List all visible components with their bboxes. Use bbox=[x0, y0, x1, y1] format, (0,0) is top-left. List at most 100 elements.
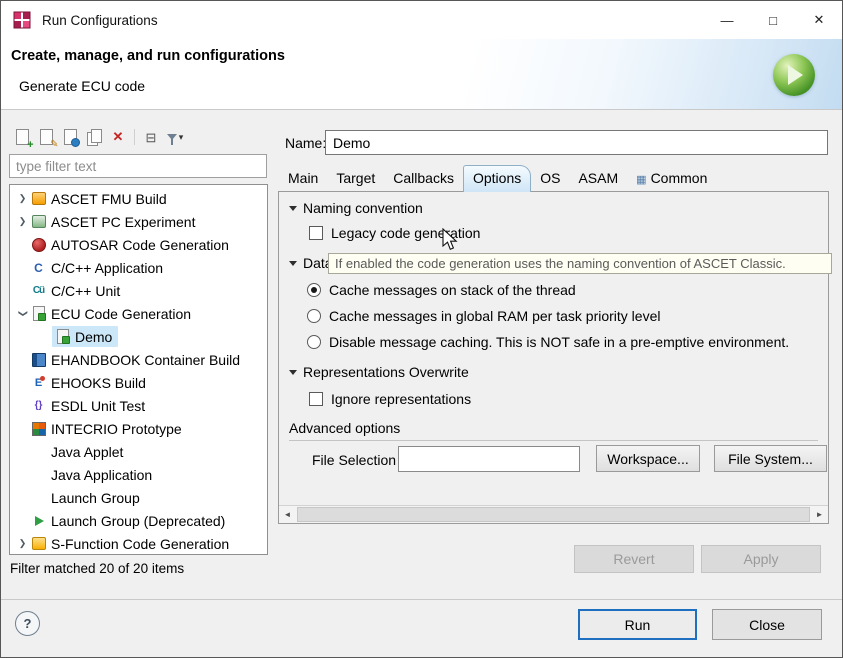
file-selection-input[interactable] bbox=[398, 446, 580, 472]
footer-divider bbox=[1, 599, 842, 600]
tab-options[interactable]: Options bbox=[463, 165, 531, 192]
radio-cache-stack-row[interactable]: Cache messages on stack of the thread bbox=[307, 282, 576, 298]
tree-item-label: C/C++ Application bbox=[51, 260, 163, 276]
new-prototype-button[interactable] bbox=[35, 126, 57, 148]
collapse-all-button[interactable]: ⊟ bbox=[140, 126, 162, 148]
checkbox-icon[interactable] bbox=[309, 392, 323, 406]
section-representations-overwrite[interactable]: Representations Overwrite bbox=[289, 364, 469, 380]
tree-item-ascet-pc-experiment[interactable]: ASCET PC Experiment bbox=[10, 210, 267, 233]
radio-disable-caching-row[interactable]: Disable message caching. This is NOT saf… bbox=[307, 334, 789, 350]
tab-asam[interactable]: ASAM bbox=[569, 166, 627, 191]
radio-label: Disable message caching. This is NOT saf… bbox=[329, 334, 789, 350]
tree-item-label: Java Applet bbox=[51, 444, 123, 460]
scroll-left-button[interactable]: ◄ bbox=[279, 506, 296, 523]
filesystem-button[interactable]: File System... bbox=[714, 445, 827, 472]
tree-item-autosar-code-generation[interactable]: AUTOSAR Code Generation bbox=[10, 233, 267, 256]
new-document-icon bbox=[16, 129, 29, 145]
radio-icon[interactable] bbox=[307, 309, 321, 323]
radio-selected-icon[interactable] bbox=[307, 283, 321, 297]
chevron-right-icon[interactable] bbox=[15, 538, 30, 549]
advanced-options-group: Advanced options bbox=[289, 420, 818, 441]
apply-button[interactable]: Apply bbox=[701, 545, 821, 573]
checkbox-icon[interactable] bbox=[309, 226, 323, 240]
collapse-triangle-icon[interactable] bbox=[289, 206, 297, 211]
section-data[interactable]: Data bbox=[289, 255, 333, 271]
scroll-thumb[interactable] bbox=[297, 507, 810, 522]
tree-item-cpp-application[interactable]: C/C++ Application bbox=[10, 256, 267, 279]
delete-x-icon: ✕ bbox=[113, 129, 124, 145]
tab-main[interactable]: Main bbox=[279, 166, 327, 191]
tree-item-launch-group-deprecated[interactable]: Launch Group (Deprecated) bbox=[10, 509, 267, 532]
tab-common-label: Common bbox=[651, 170, 708, 186]
help-button[interactable]: ? bbox=[15, 611, 40, 636]
tab-callbacks[interactable]: Callbacks bbox=[384, 166, 463, 191]
chevron-right-icon[interactable] bbox=[15, 193, 30, 204]
blank-icon bbox=[30, 466, 47, 483]
tree-item-demo[interactable]: Demo bbox=[10, 325, 267, 348]
tree-item-label: INTECRIO Prototype bbox=[51, 421, 182, 437]
tooltip: If enabled the code generation uses the … bbox=[328, 253, 832, 274]
ecu-codegen-icon bbox=[30, 305, 47, 322]
maximize-button[interactable]: □ bbox=[750, 1, 796, 39]
window-title: Run Configurations bbox=[42, 13, 158, 28]
tree-item-ehooks-build[interactable]: EHOOKS Build bbox=[10, 371, 267, 394]
close-window-button[interactable]: ✕ bbox=[796, 1, 842, 39]
tree-item-java-application[interactable]: Java Application bbox=[10, 463, 267, 486]
tree-item-launch-group[interactable]: Launch Group bbox=[10, 486, 267, 509]
horizontal-scrollbar[interactable]: ◄ ► bbox=[279, 505, 828, 523]
tree-item-label: ECU Code Generation bbox=[51, 306, 191, 322]
ignore-representations-checkbox-row[interactable]: Ignore representations bbox=[309, 391, 471, 407]
collapse-triangle-icon[interactable] bbox=[289, 261, 297, 266]
name-input[interactable] bbox=[325, 130, 828, 155]
scroll-right-button[interactable]: ► bbox=[811, 506, 828, 523]
close-button[interactable]: Close bbox=[712, 609, 822, 640]
workspace-button[interactable]: Workspace... bbox=[596, 445, 700, 472]
tree-item-s-function-code-generation[interactable]: S-Function Code Generation bbox=[10, 532, 267, 555]
filter-configurations-button[interactable]: ▾ bbox=[164, 126, 186, 148]
document-pencil-icon bbox=[40, 129, 53, 145]
filter-funnel-icon bbox=[167, 134, 177, 140]
tree-item-label: S-Function Code Generation bbox=[51, 536, 229, 552]
duplicate-configuration-button[interactable] bbox=[83, 126, 105, 148]
run-button[interactable]: Run bbox=[578, 609, 697, 640]
delete-configuration-button[interactable]: ✕ bbox=[107, 126, 129, 148]
tree-item-label: EHOOKS Build bbox=[51, 375, 146, 391]
minimize-button[interactable]: — bbox=[704, 1, 750, 39]
esdl-icon bbox=[30, 397, 47, 414]
config-tab-bar: Main Target Callbacks Options OS ASAM Co… bbox=[279, 164, 716, 191]
document-export-icon bbox=[64, 129, 77, 145]
tree-item-java-applet[interactable]: Java Applet bbox=[10, 440, 267, 463]
c-application-icon bbox=[30, 259, 47, 276]
revert-button[interactable]: Revert bbox=[574, 545, 694, 573]
tree-item-esdl-unit-test[interactable]: ESDL Unit Test bbox=[10, 394, 267, 417]
collapse-all-icon: ⊟ bbox=[146, 131, 157, 144]
new-configuration-button[interactable] bbox=[11, 126, 33, 148]
tree-item-ecu-code-generation[interactable]: ECU Code Generation bbox=[10, 302, 267, 325]
name-label: Name: bbox=[285, 135, 326, 151]
tree-item-ehandbook-container-build[interactable]: EHANDBOOK Container Build bbox=[10, 348, 267, 371]
section-naming-convention[interactable]: Naming convention bbox=[289, 200, 423, 216]
tab-common[interactable]: Common bbox=[627, 166, 716, 191]
radio-cache-global-ram-row[interactable]: Cache messages in global RAM per task pr… bbox=[307, 308, 660, 324]
export-configuration-button[interactable] bbox=[59, 126, 81, 148]
tab-target[interactable]: Target bbox=[327, 166, 384, 191]
radio-label: Cache messages in global RAM per task pr… bbox=[329, 308, 660, 324]
tree-item-cpp-unit[interactable]: C/C++ Unit bbox=[10, 279, 267, 302]
run-configurations-dialog: Run Configurations — □ ✕ Create, manage,… bbox=[0, 0, 843, 658]
tree-item-label: EHANDBOOK Container Build bbox=[51, 352, 240, 368]
c-unit-icon bbox=[30, 282, 47, 299]
ascet-pc-icon bbox=[30, 213, 47, 230]
configurations-tree: ASCET FMU Build ASCET PC Experiment AUTO… bbox=[9, 184, 268, 555]
table-icon bbox=[636, 170, 646, 186]
tab-os[interactable]: OS bbox=[531, 166, 569, 191]
filter-input[interactable] bbox=[9, 154, 267, 178]
collapse-triangle-icon[interactable] bbox=[289, 370, 297, 375]
tree-item-label: Launch Group bbox=[51, 490, 140, 506]
chevron-down-icon[interactable] bbox=[15, 308, 30, 319]
section-label: Representations Overwrite bbox=[303, 364, 469, 380]
tree-item-ascet-fmu-build[interactable]: ASCET FMU Build bbox=[10, 187, 267, 210]
tree-item-intecrio-prototype[interactable]: INTECRIO Prototype bbox=[10, 417, 267, 440]
chevron-right-icon[interactable] bbox=[15, 216, 30, 227]
radio-label: Cache messages on stack of the thread bbox=[329, 282, 576, 298]
radio-icon[interactable] bbox=[307, 335, 321, 349]
